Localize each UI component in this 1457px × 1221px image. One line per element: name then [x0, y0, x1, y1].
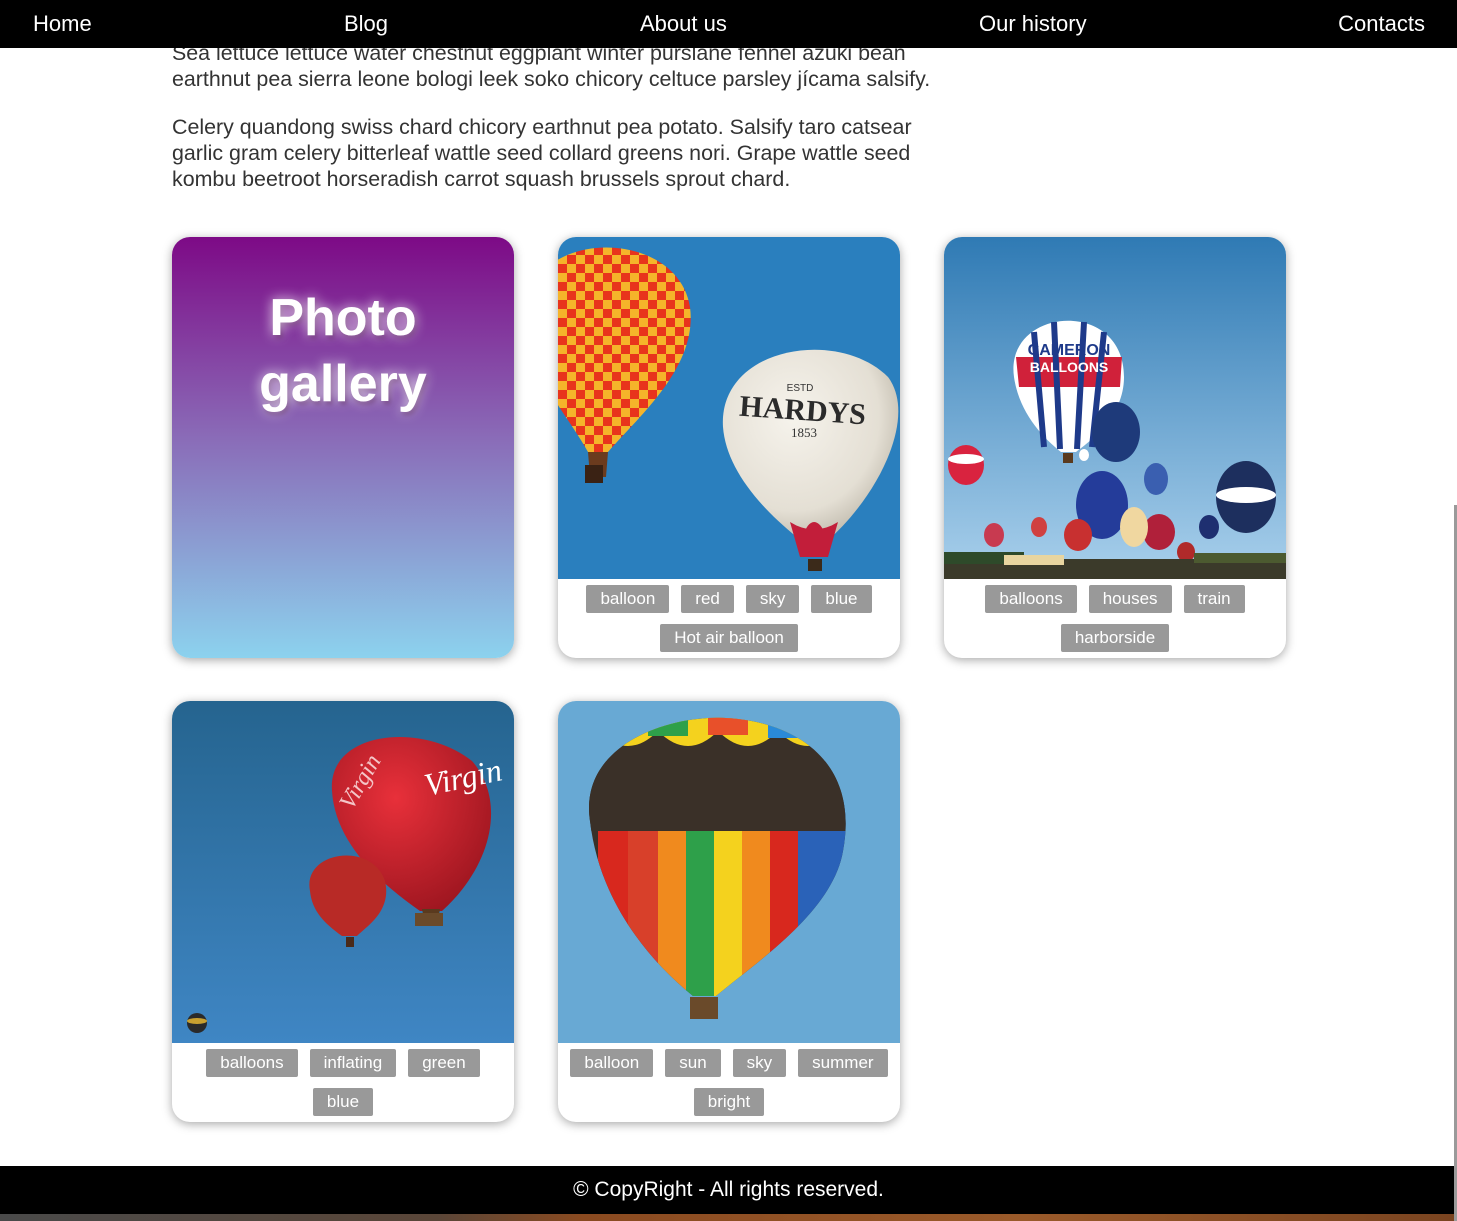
tag[interactable]: blue — [811, 585, 872, 613]
tag[interactable]: sun — [665, 1049, 721, 1077]
photo-red-balloons[interactable]: Virgin Virgin — [172, 701, 514, 1043]
tag-list: balloons inflating green blue — [172, 1043, 514, 1116]
tag[interactable]: green — [408, 1049, 480, 1077]
gallery-title-card: Photo gallery — [172, 237, 514, 658]
photo-card: Virgin Virgin balloons inflating green b… — [172, 701, 514, 1122]
tag[interactable]: Hot air balloon — [660, 624, 798, 652]
tag[interactable]: inflating — [309, 1049, 397, 1077]
nav-home-link[interactable]: Home — [33, 0, 92, 48]
photo-card: ESTD HARDYS 1853 balloon red sky blue Ho… — [558, 237, 900, 658]
nav-blog-link[interactable]: Blog — [344, 0, 388, 48]
copyright-text: © CopyRight - All rights reserved. — [573, 1178, 884, 1201]
nav-our-history-link[interactable]: Our history — [979, 0, 1087, 48]
tag[interactable]: balloons — [206, 1049, 298, 1077]
tag[interactable]: harborside — [1060, 624, 1170, 652]
intro-text: Sea lettuce lettuce water chestnut eggpl… — [172, 40, 962, 214]
photo-rainbow-balloon[interactable] — [558, 701, 900, 1043]
tag[interactable]: bright — [693, 1088, 765, 1116]
top-navigation: Home Blog About us Our history Contacts — [0, 0, 1457, 48]
svg-text:CAMERON: CAMERON — [1028, 342, 1111, 359]
nav-contacts-link[interactable]: Contacts — [1338, 0, 1425, 48]
tag[interactable]: balloon — [586, 585, 670, 613]
paragraph: Celery quandong swiss chard chicory eart… — [172, 115, 912, 191]
tag[interactable]: red — [681, 585, 734, 613]
tag[interactable]: balloon — [570, 1049, 654, 1077]
photo-card: CAMERON BALLOONS balloons houses train h… — [944, 237, 1286, 658]
svg-text:1853: 1853 — [791, 425, 817, 440]
svg-text:BALLOONS: BALLOONS — [1030, 359, 1109, 375]
photo-card: balloon sun sky summer bright — [558, 701, 900, 1122]
tag[interactable]: blue — [312, 1088, 374, 1116]
page: Home Blog About us Our history Contacts … — [0, 0, 1457, 1221]
footer: © CopyRight - All rights reserved. — [0, 1166, 1457, 1214]
tag[interactable]: balloons — [985, 585, 1077, 613]
photo-balloon-festival[interactable]: CAMERON BALLOONS — [944, 237, 1286, 579]
photo-two-balloons[interactable]: ESTD HARDYS 1853 — [558, 237, 900, 579]
nav-about-us-link[interactable]: About us — [640, 0, 727, 48]
gallery-title: Photo gallery — [259, 289, 427, 413]
tag[interactable]: train — [1183, 585, 1245, 613]
tag[interactable]: summer — [798, 1049, 888, 1077]
tag[interactable]: houses — [1088, 585, 1172, 613]
tag[interactable]: sky — [732, 1049, 787, 1077]
tag-list: balloon sun sky summer bright — [558, 1043, 900, 1116]
background-strip — [0, 1214, 1457, 1221]
tag[interactable]: sky — [745, 585, 800, 613]
tag-list: balloons houses train harborside — [944, 579, 1286, 652]
tag-list: balloon red sky blue Hot air balloon — [558, 579, 900, 652]
